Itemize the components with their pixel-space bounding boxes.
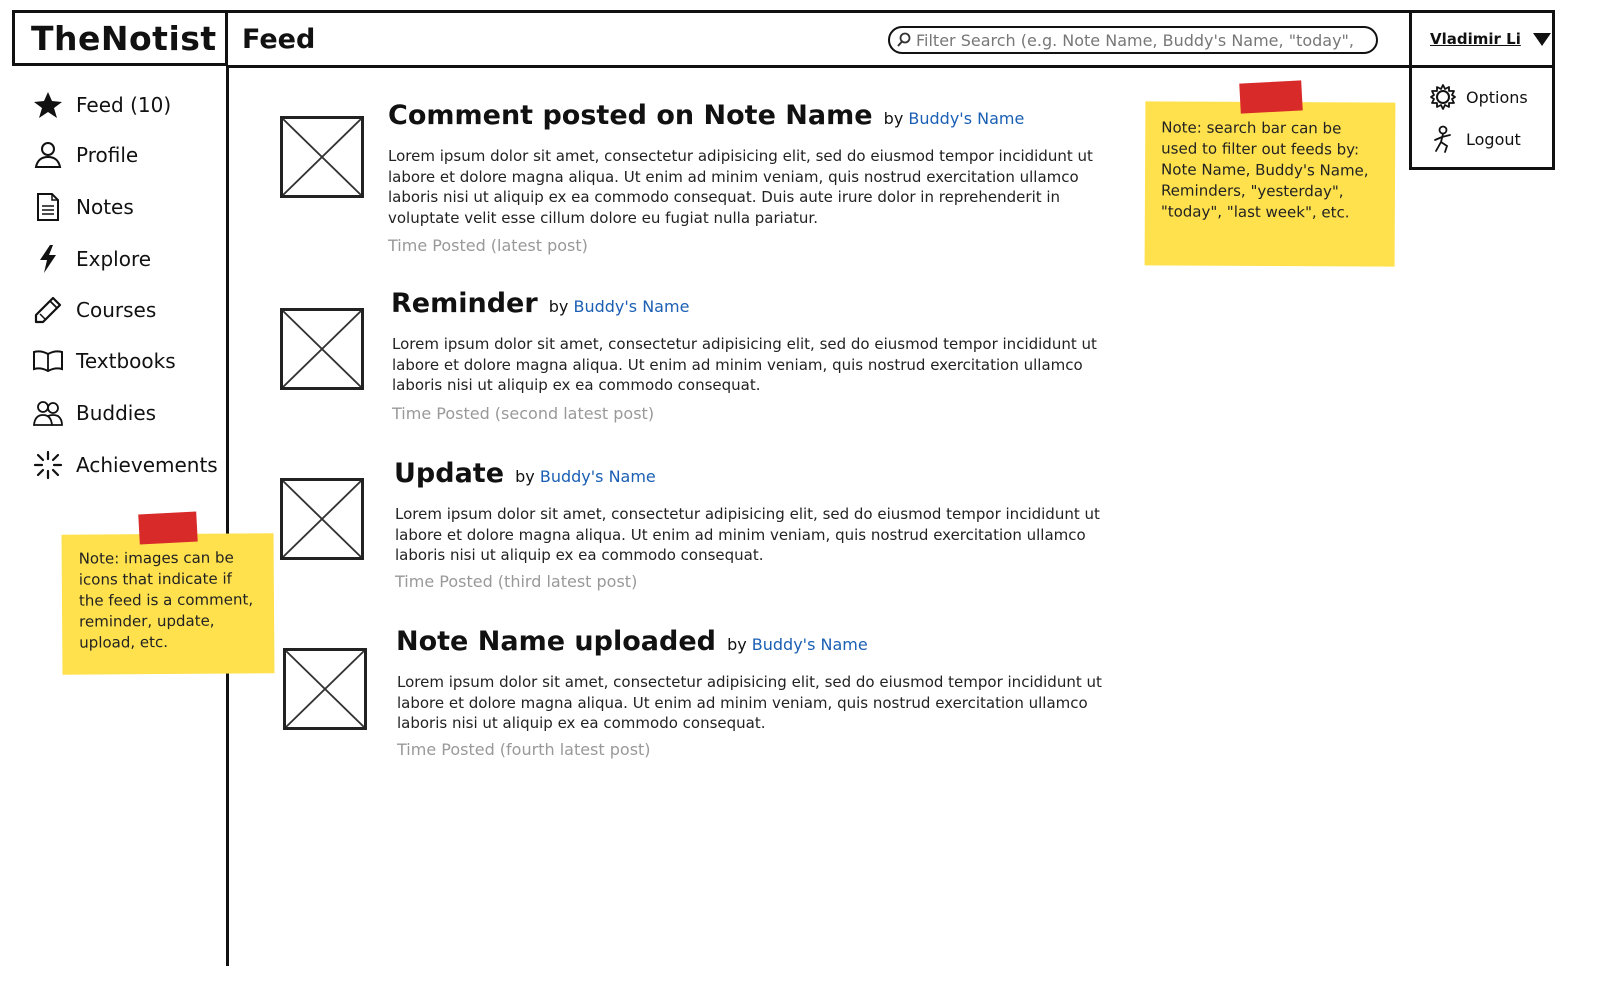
search-bar[interactable] [888,26,1378,54]
sidebar-item-label: Textbooks [76,349,176,373]
feed-image-placeholder [280,478,364,560]
feed-item-title: Note Name uploaded [396,626,716,657]
search-icon [897,32,911,47]
user-icon [34,142,62,168]
by-label: by [727,635,747,654]
menu-item-label: Logout [1466,129,1521,149]
by-label: by [515,467,535,486]
feed-image-placeholder [280,308,364,390]
user-name: Vladimir Li [1430,30,1521,48]
app-logo[interactable]: TheNotist [12,10,228,66]
buddy-link[interactable]: Buddy's Name [908,109,1024,128]
feed-item-body: Lorem ipsum dolor sit amet, consectetur … [392,335,1097,394]
pencil-icon [34,296,62,324]
logout-icon [1434,125,1451,153]
feed-item-title: Update [394,458,505,489]
sidebar-item-label: Feed (10) [76,93,172,117]
feed-item-time: Time Posted (second latest post) [392,404,655,423]
sidebar-item-feed[interactable]: Feed (10) [32,90,171,120]
user-dropdown: Options Logout [1409,68,1555,170]
sidebar-item-label: Profile [76,143,139,167]
header-bar: Feed [228,10,1409,68]
book-icon [33,350,63,373]
sidebar-item-buddies[interactable]: Buddies [32,398,156,428]
gear-icon [1430,84,1456,110]
feed-item-time: Time Posted (latest post) [388,236,588,255]
feed-item-body: Lorem ipsum dolor sit amet, consectetur … [397,673,1102,732]
sidebar-item-achievements[interactable]: Achievements [32,450,218,480]
brand-name: TheNotist [31,18,217,58]
feed-item-time: Time Posted (fourth latest post) [397,740,651,759]
sticky-note-text: Note: search bar can be used to filter o… [1160,118,1369,222]
menu-item-label: Options [1466,87,1528,107]
sidebar-item-profile[interactable]: Profile [32,140,138,170]
chevron-down-icon [1532,32,1551,46]
sidebar-divider [226,66,229,966]
sticky-note-search: Note: search bar can be used to filter o… [1144,101,1396,267]
tape-strip [1239,80,1303,114]
sticky-note-text: Note: images can be icons that indicate … [78,548,254,652]
sidebar-item-label: Buddies [76,401,157,425]
feed-image-placeholder [283,648,367,730]
sidebar-item-courses[interactable]: Courses [32,295,156,325]
lightning-icon [40,245,56,273]
feed-item-title: Reminder [391,288,538,319]
sidebar-item-explore[interactable]: Explore [32,244,151,274]
feed-item-time: Time Posted (third latest post) [395,572,638,591]
sidebar-item-label: Courses [76,298,157,322]
feed-item-body: Lorem ipsum dolor sit amet, consectetur … [388,147,1093,227]
sidebar-item-textbooks[interactable]: Textbooks [32,346,176,376]
user-menu-toggle[interactable]: Vladimir Li [1409,10,1555,68]
sticky-note-images: Note: images can be icons that indicate … [61,533,275,675]
menu-item-logout[interactable]: Logout [1428,124,1521,154]
by-label: by [883,109,904,128]
star-icon [34,92,62,118]
sidebar-item-label: Explore [76,247,152,271]
buddy-link[interactable]: Buddy's Name [540,467,656,486]
feed-item[interactable]: Reminder by Buddy's Name Lorem ipsum dol… [280,288,1110,428]
buddy-link[interactable]: Buddy's Name [752,635,868,654]
buddy-link[interactable]: Buddy's Name [573,297,689,316]
sidebar-item-label: Achievements [76,453,218,477]
feed-item-body: Lorem ipsum dolor sit amet, consectetur … [395,505,1100,564]
users-icon [33,401,63,426]
sidebar-item-notes[interactable]: Notes [32,192,134,222]
sidebar-item-label: Notes [76,195,134,219]
feed-item[interactable]: Update by Buddy's Name Lorem ipsum dolor… [280,458,1110,598]
feed-item[interactable]: Note Name uploaded by Buddy's Name Lorem… [280,626,1110,766]
document-icon [37,193,59,221]
sparkle-icon [33,450,63,480]
page-title: Feed [242,24,316,55]
menu-item-options[interactable]: Options [1428,82,1528,112]
feed-image-placeholder [280,116,364,198]
feed-item-title: Comment posted on Note Name [388,100,873,131]
by-label: by [548,297,569,316]
search-input[interactable] [916,30,1356,50]
tape-strip [138,511,198,545]
feed-item[interactable]: Comment posted on Note Name by Buddy's N… [280,100,1110,260]
